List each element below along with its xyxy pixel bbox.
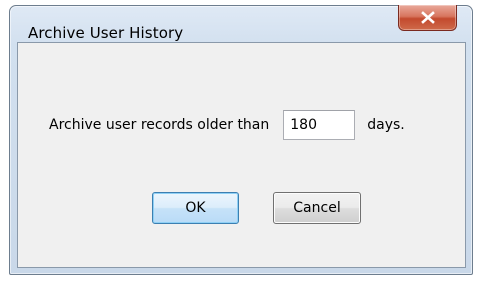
archive-prompt-label: Archive user records older than — [49, 117, 270, 133]
days-input[interactable] — [283, 110, 356, 140]
dialog-title: Archive User History — [28, 24, 184, 42]
days-unit-label: days. — [367, 117, 405, 133]
dialog-client-area: Archive user records older than days. OK… — [17, 42, 466, 268]
close-button[interactable] — [398, 5, 457, 31]
ok-button[interactable]: OK — [152, 192, 239, 224]
close-x-icon — [420, 11, 435, 24]
days-row: Archive user records older than days. — [49, 109, 405, 141]
archive-user-history-dialog: Archive User History Archive user record… — [9, 5, 473, 275]
cancel-button[interactable]: Cancel — [273, 192, 361, 224]
